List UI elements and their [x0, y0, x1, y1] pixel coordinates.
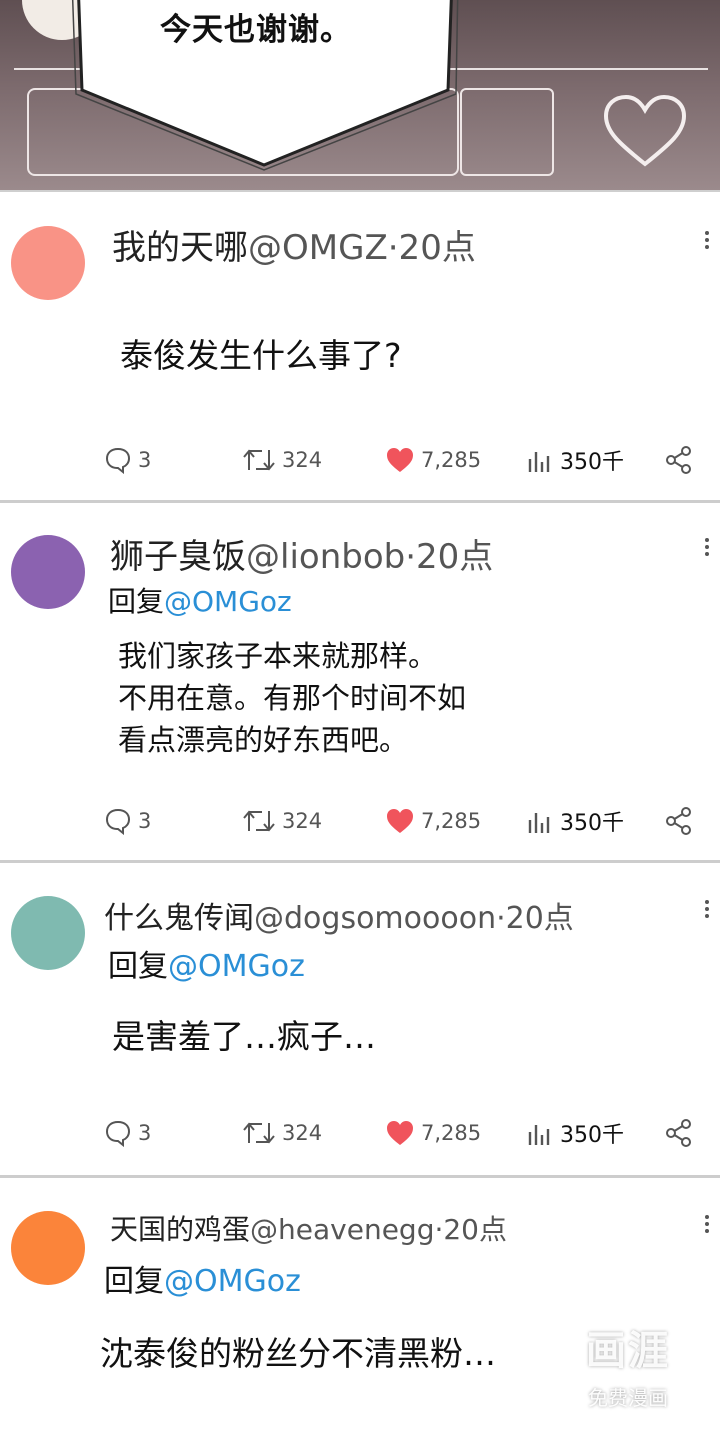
views-count: 350千 [560, 811, 624, 836]
views-button[interactable]: 350千 [526, 440, 624, 480]
user-name[interactable]: 什么鬼传闻 [104, 901, 254, 936]
like-count: 7,285 [421, 809, 482, 833]
watermark-tagline: 免费漫画 [588, 1386, 668, 1410]
share-icon [666, 1119, 691, 1147]
user-name[interactable]: 天国的鸡蛋 [110, 1213, 250, 1246]
avatar[interactable] [11, 896, 85, 970]
retweet-count: 324 [282, 1121, 323, 1145]
more-icon[interactable] [700, 535, 714, 565]
comment-button[interactable]: 3 [104, 801, 151, 841]
tweet-card[interactable]: 我的天哪@OMGZ·20点 泰俊发生什么事了? 3 324 7,285 350千 [0, 198, 720, 500]
retweet-icon [243, 810, 275, 832]
like-count: 7,285 [421, 1121, 482, 1145]
views-count: 350千 [560, 450, 624, 475]
comment-button[interactable]: 3 [104, 440, 151, 480]
heart-icon [387, 448, 413, 472]
views-icon [528, 1125, 550, 1145]
reply-prefix: 回复 [108, 585, 165, 618]
like-button[interactable]: 7,285 [385, 1113, 481, 1153]
tweet-header: 我的天哪@OMGZ·20点 [112, 220, 476, 269]
comment-button[interactable]: 3 [104, 1113, 151, 1153]
panel-box-right [460, 88, 554, 176]
more-icon[interactable] [700, 1212, 714, 1242]
reply-line: 回复@OMGoz [108, 580, 292, 620]
tweet-time: ·20点 [387, 228, 476, 268]
user-handle[interactable]: @heavenegg [250, 1213, 434, 1246]
like-button[interactable]: 7,285 [385, 801, 481, 841]
retweet-icon [243, 1122, 275, 1144]
tweet-body: 是害羞了…疯子… [112, 1017, 376, 1056]
speech-text: 今天也谢谢。 [160, 12, 352, 48]
tweet-header: 什么鬼传闻@dogsomoooon·20点 [104, 893, 574, 937]
tweet-body: 我们家孩子本来就那样。 不用在意。有那个时间不如 看点漂亮的好东西吧。 [118, 639, 467, 757]
comment-icon [105, 1120, 131, 1147]
comment-count: 3 [138, 448, 152, 472]
reply-line: 回复@OMGoz [104, 1256, 301, 1300]
views-icon [528, 452, 550, 472]
share-icon [666, 446, 691, 474]
share-icon [666, 807, 691, 835]
avatar[interactable] [11, 535, 85, 609]
tweet-time: ·20点 [405, 537, 494, 577]
tweet-actions: 3 324 7,285 350千 [0, 1113, 720, 1153]
retweet-button[interactable]: 324 [242, 1113, 322, 1153]
reply-prefix: 回复 [104, 1264, 164, 1299]
reply-mention[interactable]: @OMGoz [168, 949, 305, 984]
user-handle[interactable]: @dogsomoooon [254, 901, 496, 936]
like-button[interactable]: 7,285 [385, 440, 481, 480]
more-icon[interactable] [700, 897, 714, 927]
heart-outline-icon [603, 94, 687, 167]
reply-line: 回复@OMGoz [108, 941, 305, 985]
share-button[interactable] [664, 1113, 694, 1153]
tweet-actions: 3 324 7,285 350千 [0, 801, 720, 841]
user-handle[interactable]: @OMGZ [248, 228, 388, 268]
watermark-brand: 画涯 [586, 1328, 670, 1374]
user-name[interactable]: 狮子臭饭 [110, 537, 246, 577]
tweet-header: 狮子臭饭@lionbob·20点 [110, 529, 493, 578]
tweet-time: ·20点 [496, 901, 574, 936]
heart-icon [387, 809, 413, 833]
retweet-icon [243, 449, 275, 471]
views-icon [528, 813, 550, 833]
tweet-header: 天国的鸡蛋@heavenegg·20点 [110, 1208, 507, 1248]
comment-icon [105, 808, 131, 835]
watermark-logo: 画涯 免费漫画 [566, 1318, 690, 1418]
views-button[interactable]: 350千 [526, 1113, 624, 1153]
comment-icon [105, 447, 131, 474]
views-button[interactable]: 350千 [526, 801, 624, 841]
avatar[interactable] [11, 226, 85, 300]
share-button[interactable] [664, 801, 694, 841]
user-name[interactable]: 我的天哪 [112, 228, 248, 268]
share-button[interactable] [664, 440, 694, 480]
more-icon[interactable] [700, 228, 714, 258]
reply-prefix: 回复 [108, 949, 168, 984]
views-count: 350千 [560, 1123, 624, 1148]
tweet-actions: 3 324 7,285 350千 [0, 440, 720, 480]
like-count: 7,285 [421, 448, 482, 472]
retweet-count: 324 [282, 448, 323, 472]
reply-mention[interactable]: @OMGoz [164, 1264, 301, 1299]
tweet-time: ·20点 [434, 1213, 507, 1246]
tweet-body: 沈泰俊的粉丝分不清黑粉… [100, 1334, 496, 1373]
tweet-body: 泰俊发生什么事了? [120, 336, 402, 375]
comment-count: 3 [138, 1121, 152, 1145]
reply-mention[interactable]: @OMGoz [164, 585, 292, 618]
retweet-button[interactable]: 324 [242, 801, 322, 841]
avatar[interactable] [11, 1211, 85, 1285]
comic-panel: 今天也谢谢。 [0, 0, 720, 190]
user-handle[interactable]: @lionbob [246, 537, 405, 577]
comment-count: 3 [138, 809, 152, 833]
panel-divider [0, 190, 720, 196]
retweet-button[interactable]: 324 [242, 440, 322, 480]
tweet-card[interactable]: 什么鬼传闻@dogsomoooon·20点 回复@OMGoz 是害羞了…疯子… … [0, 863, 720, 1175]
tweet-card[interactable]: 狮子臭饭@lionbob·20点 回复@OMGoz 我们家孩子本来就那样。 不用… [0, 503, 720, 860]
heart-icon [387, 1121, 413, 1145]
retweet-count: 324 [282, 809, 323, 833]
